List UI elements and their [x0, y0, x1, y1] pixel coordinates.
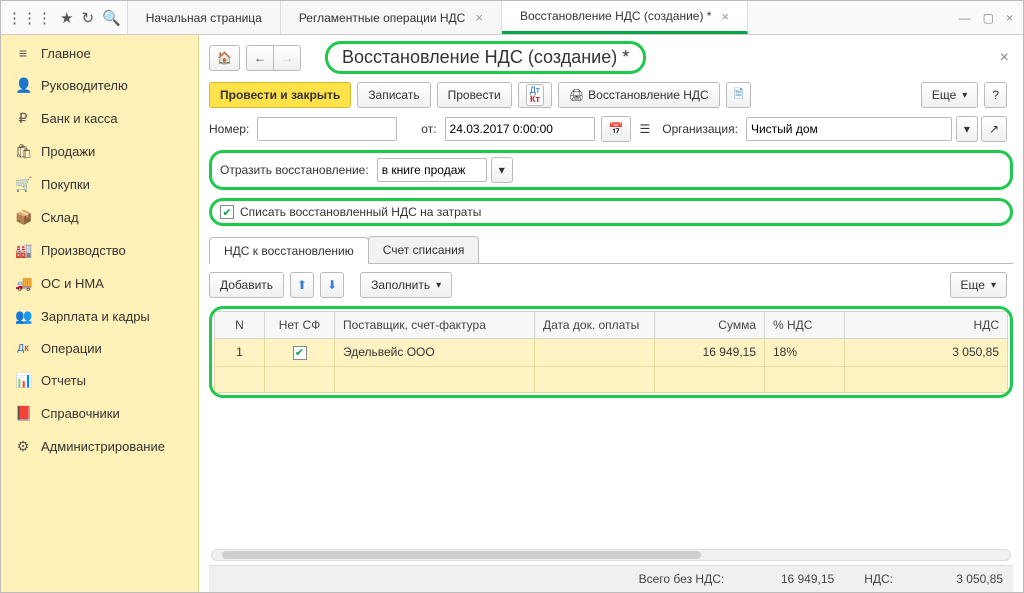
tab-restore-vat[interactable]: Восстановление НДС (создание) *×: [502, 1, 748, 34]
sidebar-item-operations[interactable]: ДкОперации: [1, 333, 198, 364]
home-button[interactable]: 🏠: [209, 45, 240, 71]
sidebar-item-purchases[interactable]: 🛒Покупки: [1, 168, 198, 201]
table-row-extra[interactable]: [215, 366, 1008, 392]
close-page-button[interactable]: ×: [996, 49, 1013, 67]
writeoff-checkbox-wrap[interactable]: ✔ Списать восстановленный НДС на затраты: [209, 198, 1013, 226]
write-button[interactable]: Записать: [357, 82, 430, 108]
reflect-select[interactable]: [377, 158, 487, 182]
sidebar-item-manager[interactable]: 👤Руководителю: [1, 69, 198, 102]
sidebar-item-warehouse[interactable]: 📦Склад: [1, 201, 198, 234]
list-icon[interactable]: ☰: [639, 116, 650, 142]
date-input[interactable]: [445, 117, 595, 141]
totals-bar: Всего без НДС: 16 949,15 НДС: 3 050,85: [209, 565, 1013, 592]
content-area: 🏠 ← → Восстановление НДС (создание) * × …: [199, 35, 1023, 592]
reflect-label: Отразить восстановление:: [220, 163, 369, 177]
sidebar: ≡Главное 👤Руководителю ₽Банк и касса 🛍Пр…: [1, 35, 199, 592]
book-icon: 📕: [15, 405, 31, 422]
sidebar-item-admin[interactable]: ⚙Администрирование: [1, 430, 198, 463]
close-icon[interactable]: ×: [1006, 11, 1013, 25]
star-icon[interactable]: ★: [60, 9, 73, 27]
sidebar-item-assets[interactable]: 🚚ОС и НМА: [1, 267, 198, 300]
totals-label: Всего без НДС:: [639, 572, 725, 586]
nav-back-button[interactable]: ←: [246, 45, 274, 71]
people-icon: 👥: [15, 308, 31, 325]
reflect-dropdown-button[interactable]: ▾: [491, 157, 513, 183]
col-vatrate[interactable]: % НДС: [765, 312, 845, 339]
tab-home[interactable]: Начальная страница: [128, 1, 281, 34]
innertab-vat-restore[interactable]: НДС к восстановлению: [209, 237, 369, 264]
col-supplier[interactable]: Поставщик, счет-фактура: [335, 312, 535, 339]
org-input[interactable]: [746, 117, 952, 141]
sidebar-item-reports[interactable]: 📊Отчеты: [1, 364, 198, 397]
menu-icon: ≡: [15, 45, 31, 61]
move-up-button[interactable]: ⬆: [290, 272, 314, 298]
nav-forward-button[interactable]: →: [273, 45, 301, 71]
org-dropdown-button[interactable]: ▾: [956, 116, 978, 142]
history-icon[interactable]: ↻: [81, 9, 94, 27]
number-label: Номер:: [209, 122, 249, 136]
dtkt-icon: Дк: [15, 343, 31, 354]
dtkt-button[interactable]: ДтКт: [518, 82, 552, 108]
cart-icon: 🛒: [15, 176, 31, 193]
sidebar-item-payroll[interactable]: 👥Зарплата и кадры: [1, 300, 198, 333]
post-button[interactable]: Провести: [437, 82, 512, 108]
factory-icon: 🏭: [15, 242, 31, 259]
totals-sum: 16 949,15: [754, 572, 834, 586]
table-row[interactable]: 1 ✔ Эдельвейс ООО 16 949,15 18% 3 050,85: [215, 339, 1008, 367]
sidebar-item-main[interactable]: ≡Главное: [1, 37, 198, 69]
sidebar-item-sales[interactable]: 🛍Продажи: [1, 135, 198, 168]
truck-icon: 🚚: [15, 275, 31, 292]
help-button[interactable]: ?: [984, 82, 1007, 108]
totals-vat-label: НДС:: [864, 572, 893, 586]
innertab-writeoff-acct[interactable]: Счет списания: [368, 236, 480, 263]
fill-button[interactable]: Заполнить: [360, 272, 452, 298]
chart-icon: 📊: [15, 372, 31, 389]
col-nosf[interactable]: Нет СФ: [265, 312, 335, 339]
page-title: Восстановление НДС (создание) *: [325, 41, 646, 74]
sidebar-item-catalogs[interactable]: 📕Справочники: [1, 397, 198, 430]
checkbox-checked-icon[interactable]: ✔: [220, 205, 234, 219]
more-button[interactable]: Еще: [921, 82, 978, 108]
date-label: от:: [421, 122, 436, 136]
ruble-icon: ₽: [15, 110, 31, 127]
post-and-close-button[interactable]: Провести и закрыть: [209, 82, 351, 108]
bag-icon: 🛍: [15, 143, 31, 160]
h-scrollbar[interactable]: [211, 549, 1011, 561]
col-vat[interactable]: НДС: [845, 312, 1008, 339]
col-sum[interactable]: Сумма: [655, 312, 765, 339]
col-paydate[interactable]: Дата док. оплаты: [535, 312, 655, 339]
vat-table[interactable]: N Нет СФ Поставщик, счет-фактура Дата до…: [214, 311, 1008, 393]
person-icon: 👤: [15, 77, 31, 94]
col-n[interactable]: N: [215, 312, 265, 339]
document-button[interactable]: 🗎: [726, 82, 752, 108]
gear-icon: ⚙: [15, 438, 31, 455]
number-input[interactable]: [257, 117, 397, 141]
print-restore-button[interactable]: 🖨 Восстановление НДС: [558, 82, 720, 108]
apps-icon[interactable]: ⋮⋮⋮: [7, 9, 52, 27]
writeoff-label: Списать восстановленный НДС на затраты: [240, 205, 481, 219]
more-table-button[interactable]: Еще: [950, 272, 1007, 298]
sidebar-item-bank[interactable]: ₽Банк и касса: [1, 102, 198, 135]
maximize-icon[interactable]: ▢: [983, 11, 994, 25]
checkbox-checked-icon[interactable]: ✔: [293, 346, 307, 360]
calendar-button[interactable]: 📅: [601, 116, 632, 142]
minimize-icon[interactable]: —: [959, 11, 971, 25]
org-label: Организация:: [662, 122, 738, 136]
move-down-button[interactable]: ⬇: [320, 272, 344, 298]
close-icon[interactable]: ×: [475, 10, 483, 25]
totals-vat: 3 050,85: [923, 572, 1003, 586]
close-icon[interactable]: ×: [721, 9, 729, 24]
org-open-button[interactable]: ↗: [981, 116, 1007, 142]
search-icon[interactable]: 🔍: [102, 9, 121, 27]
tab-reg-ops[interactable]: Регламентные операции НДС×: [281, 1, 502, 34]
box-icon: 📦: [15, 209, 31, 226]
sidebar-item-production[interactable]: 🏭Производство: [1, 234, 198, 267]
add-row-button[interactable]: Добавить: [209, 272, 284, 298]
top-tab-bar: ⋮⋮⋮ ★ ↻ 🔍 Начальная страница Регламентны…: [1, 1, 1023, 35]
